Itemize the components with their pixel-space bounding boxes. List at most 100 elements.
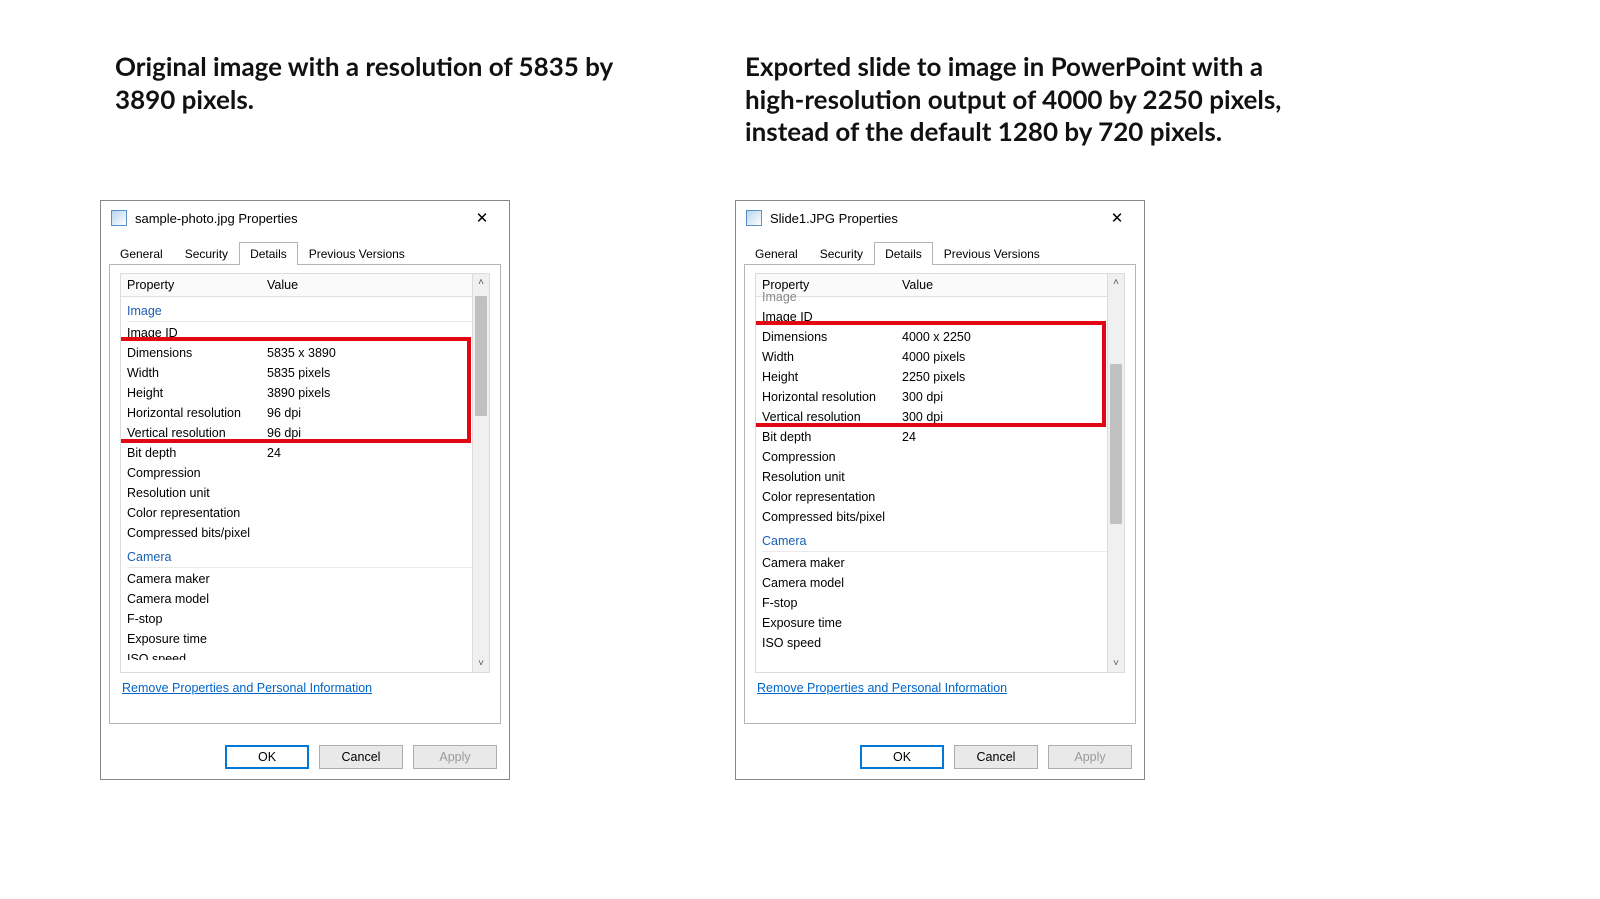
property-name: Compression xyxy=(762,447,902,467)
list-row[interactable]: Horizontal resolution96 dpi xyxy=(127,403,483,423)
property-name: Resolution unit xyxy=(127,483,267,503)
property-name: Height xyxy=(762,367,902,387)
property-name: Compression xyxy=(127,463,267,483)
scroll-down-icon[interactable]: ˅ xyxy=(473,655,489,672)
property-value: 300 dpi xyxy=(902,407,1118,427)
apply-button[interactable]: Apply xyxy=(413,745,497,769)
list-row[interactable]: Dimensions5835 x 3890 xyxy=(127,343,483,363)
property-value xyxy=(267,589,483,609)
property-value: 24 xyxy=(902,427,1118,447)
property-name: Bit depth xyxy=(762,427,902,447)
property-name: Camera maker xyxy=(127,569,267,589)
list-row[interactable]: Resolution unit xyxy=(762,467,1118,487)
file-icon xyxy=(746,210,762,226)
cancel-button[interactable]: Cancel xyxy=(954,745,1038,769)
property-value: 3890 pixels xyxy=(267,383,483,403)
properties-dialog-right: Slide1.JPG Properties ✕ General Security… xyxy=(735,200,1145,780)
list-row[interactable]: Compression xyxy=(127,463,483,483)
tab-details[interactable]: Details xyxy=(239,242,298,265)
property-name: Compressed bits/pixel xyxy=(762,507,902,527)
property-name: Camera maker xyxy=(762,553,902,573)
property-name: ISO speed xyxy=(762,633,902,653)
list-row[interactable]: Compressed bits/pixel xyxy=(127,523,483,543)
titlebar: Slide1.JPG Properties ✕ xyxy=(736,201,1144,235)
list-row[interactable]: Camera model xyxy=(762,573,1118,593)
list-row[interactable]: Resolution unit xyxy=(127,483,483,503)
property-name: Dimensions xyxy=(127,343,267,363)
tab-details[interactable]: Details xyxy=(874,242,933,265)
tab-security[interactable]: Security xyxy=(174,242,239,265)
list-row[interactable]: Compression xyxy=(762,447,1118,467)
tab-security[interactable]: Security xyxy=(809,242,874,265)
dialog-buttons: OK Cancel Apply xyxy=(225,745,497,769)
property-value xyxy=(902,507,1118,527)
property-name: Vertical resolution xyxy=(127,423,267,443)
header-value[interactable]: Value xyxy=(267,278,483,292)
list-row[interactable]: Horizontal resolution300 dpi xyxy=(762,387,1118,407)
list-row[interactable]: Camera maker xyxy=(762,553,1118,573)
property-name: Color representation xyxy=(127,503,267,523)
property-name: Width xyxy=(127,363,267,383)
property-value xyxy=(267,323,483,343)
list-row[interactable]: Compressed bits/pixel xyxy=(762,507,1118,527)
ok-button[interactable]: OK xyxy=(225,745,309,769)
scrollbar[interactable]: ˄ ˅ xyxy=(472,274,489,672)
list-row[interactable]: Image ID xyxy=(762,307,1118,327)
list-row[interactable]: Width5835 pixels xyxy=(127,363,483,383)
properties-listview[interactable]: Property Value Image Image ID Dimensions… xyxy=(120,273,490,673)
scroll-thumb[interactable] xyxy=(475,296,487,416)
scroll-up-icon[interactable]: ˄ xyxy=(1108,274,1124,291)
list-row[interactable]: ISO speed xyxy=(762,633,1118,653)
property-value xyxy=(902,573,1118,593)
list-row[interactable]: Image ID xyxy=(127,323,483,343)
property-name: Exposure time xyxy=(762,613,902,633)
list-row[interactable]: Bit depth24 xyxy=(762,427,1118,447)
property-name: F-stop xyxy=(762,593,902,613)
list-row[interactable]: Bit depth24 xyxy=(127,443,483,463)
scroll-up-icon[interactable]: ˄ xyxy=(473,274,489,291)
section-image: Image xyxy=(127,299,483,322)
property-name: Height xyxy=(127,383,267,403)
section-camera: Camera xyxy=(127,545,483,568)
tab-general[interactable]: General xyxy=(109,242,174,265)
details-panel: Property Value Image Image ID Dimensions… xyxy=(744,264,1136,724)
property-name: Dimensions xyxy=(762,327,902,347)
close-button[interactable]: ✕ xyxy=(1096,204,1138,232)
property-name: Horizontal resolution xyxy=(127,403,267,423)
tab-general[interactable]: General xyxy=(744,242,809,265)
list-row[interactable]: Vertical resolution300 dpi xyxy=(762,407,1118,427)
list-row[interactable]: Exposure time xyxy=(127,629,483,649)
remove-properties-link[interactable]: Remove Properties and Personal Informati… xyxy=(122,681,372,695)
properties-listview[interactable]: Property Value Image Image ID Dimensions… xyxy=(755,273,1125,673)
apply-button[interactable]: Apply xyxy=(1048,745,1132,769)
list-row[interactable]: Camera maker xyxy=(127,569,483,589)
list-row[interactable]: Dimensions4000 x 2250 xyxy=(762,327,1118,347)
list-row[interactable]: Height3890 pixels xyxy=(127,383,483,403)
scroll-thumb[interactable] xyxy=(1110,364,1122,524)
scroll-down-icon[interactable]: ˅ xyxy=(1108,655,1124,672)
list-row[interactable]: F-stop xyxy=(127,609,483,629)
close-button[interactable]: ✕ xyxy=(461,204,503,232)
scrollbar[interactable]: ˄ ˅ xyxy=(1107,274,1124,672)
property-value xyxy=(902,613,1118,633)
list-row[interactable]: Vertical resolution96 dpi xyxy=(127,423,483,443)
property-name: Vertical resolution xyxy=(762,407,902,427)
list-row[interactable]: Height2250 pixels xyxy=(762,367,1118,387)
property-name: Exposure time xyxy=(127,629,267,649)
property-name: Bit depth xyxy=(127,443,267,463)
remove-properties-link[interactable]: Remove Properties and Personal Informati… xyxy=(757,681,1007,695)
property-value xyxy=(902,487,1118,507)
ok-button[interactable]: OK xyxy=(860,745,944,769)
list-row[interactable]: Exposure time xyxy=(762,613,1118,633)
list-row[interactable]: Width4000 pixels xyxy=(762,347,1118,367)
list-row[interactable]: Color representation xyxy=(762,487,1118,507)
cancel-button[interactable]: Cancel xyxy=(319,745,403,769)
tab-previous[interactable]: Previous Versions xyxy=(298,242,416,265)
property-value xyxy=(902,467,1118,487)
header-property[interactable]: Property xyxy=(127,278,267,292)
list-row[interactable]: F-stop xyxy=(762,593,1118,613)
property-value: 5835 pixels xyxy=(267,363,483,383)
tab-previous[interactable]: Previous Versions xyxy=(933,242,1051,265)
list-row[interactable]: Camera model xyxy=(127,589,483,609)
list-row[interactable]: Color representation xyxy=(127,503,483,523)
